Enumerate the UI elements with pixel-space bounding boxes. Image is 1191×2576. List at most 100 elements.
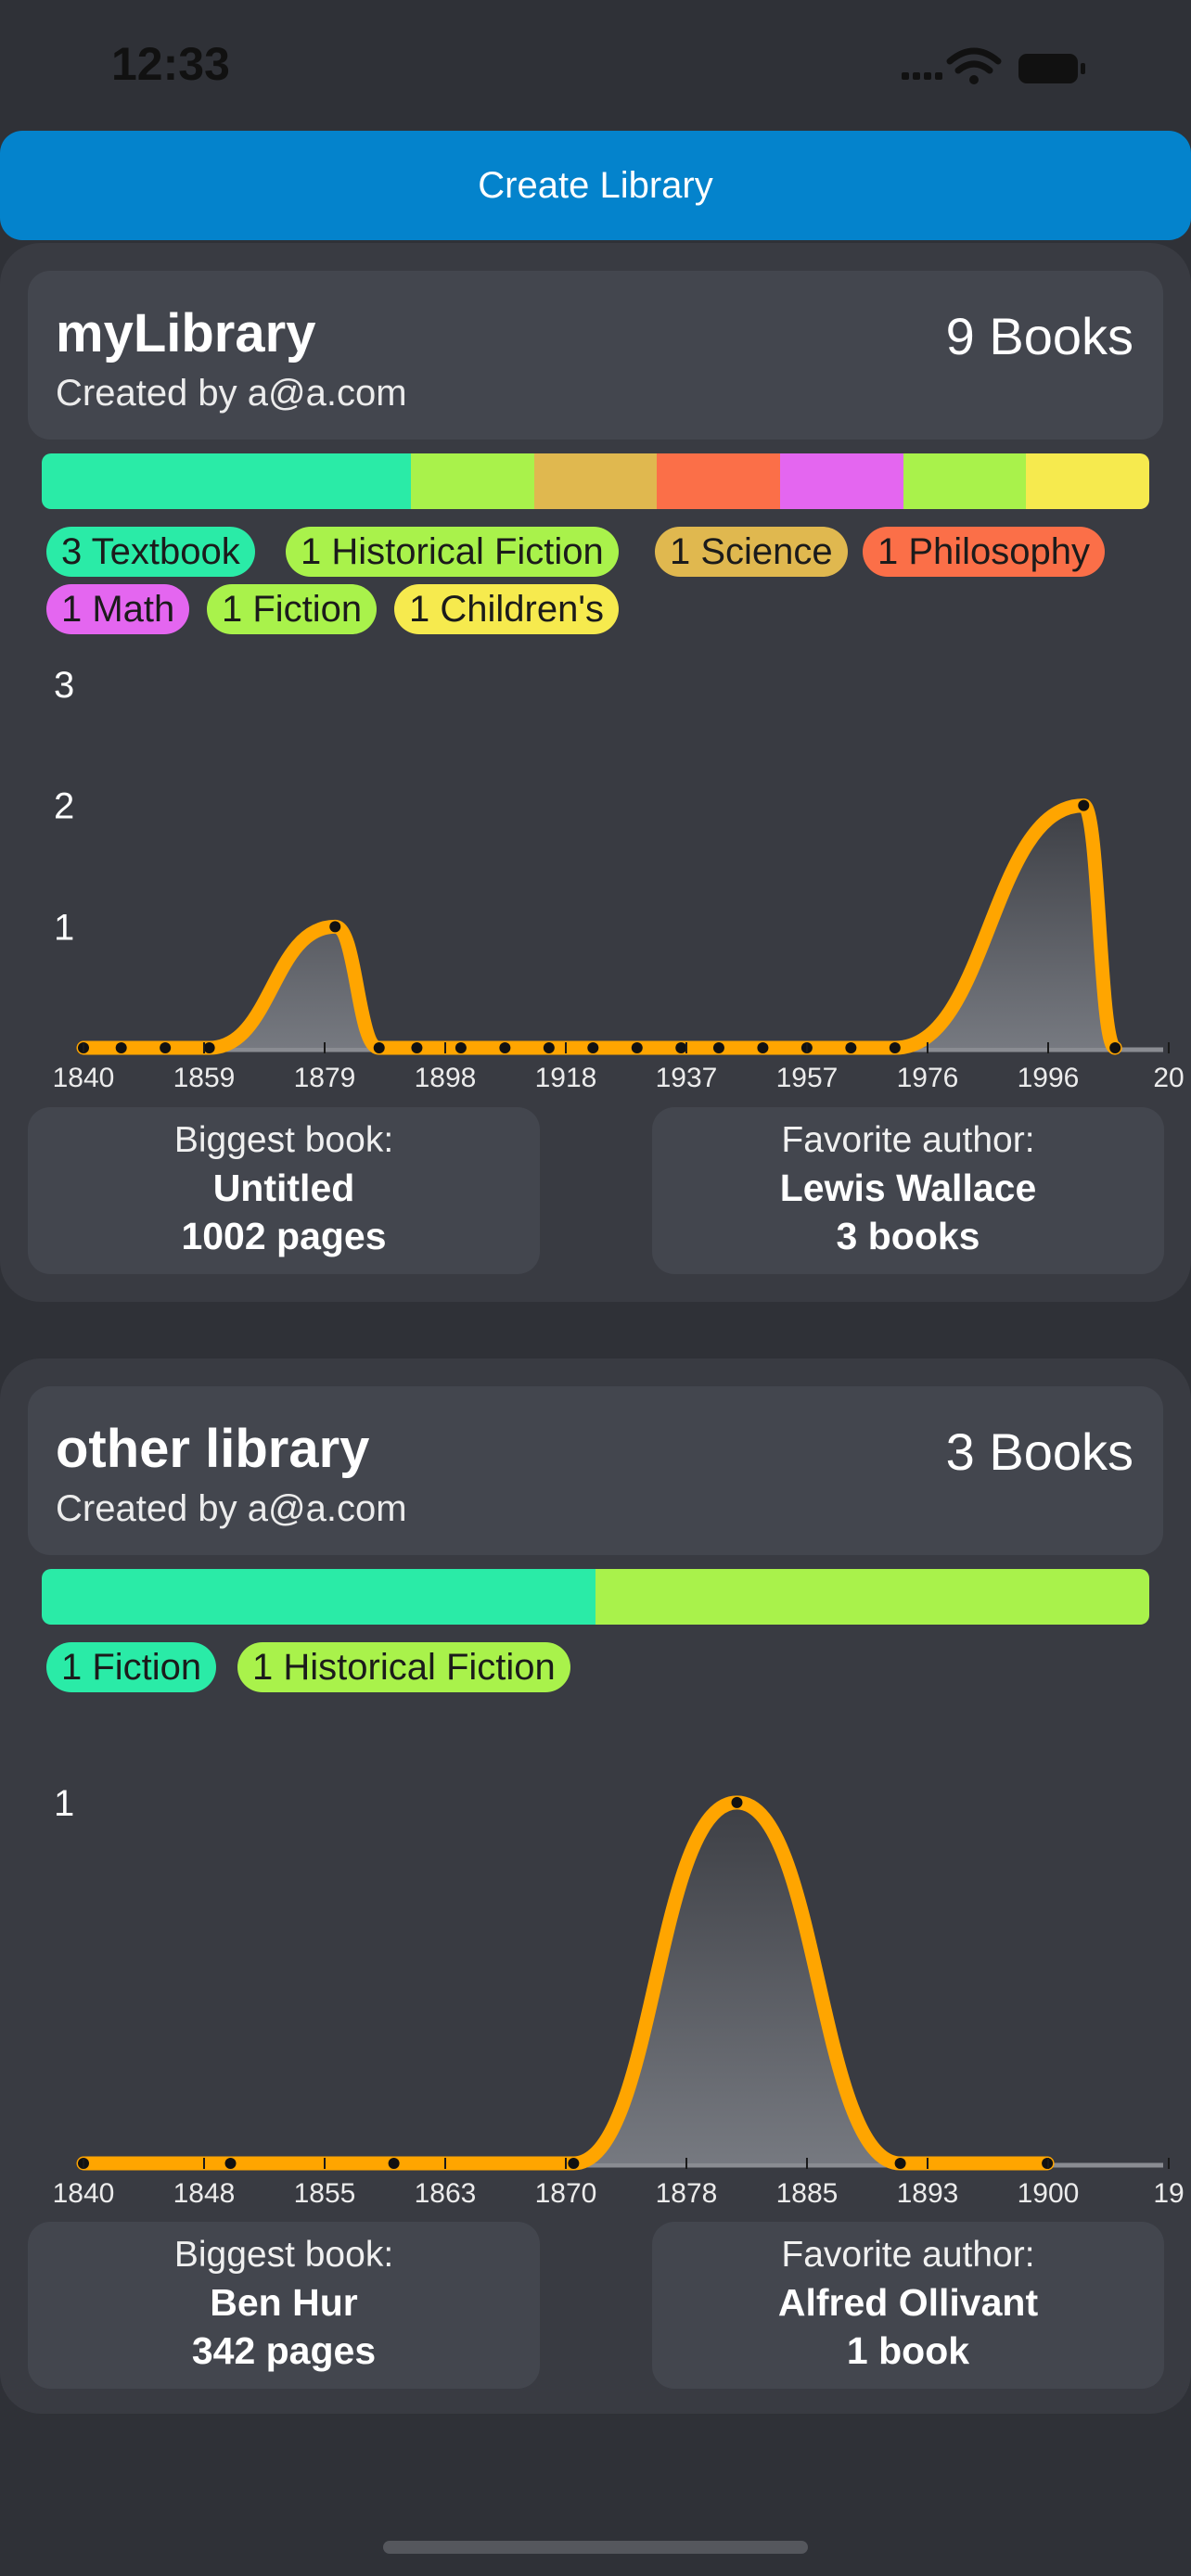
x-tick-label: 1937 [656,1063,718,1093]
favorite-author-name: Lewis Wallace [779,1167,1037,1209]
genre-distribution-bar [42,1569,1149,1625]
x-tick-label: 1879 [294,1063,356,1093]
data-point [160,1042,172,1053]
library-header: other library Created by a@a.com 3 Books [28,1386,1163,1555]
data-point [329,921,341,933]
biggest-book-label: Biggest book: [173,2235,394,2275]
chart-svg: 1 2 3 1840 1859 1879 1898 1918 1937 1957 1976 1996 2… [53,665,1185,1093]
data-point [712,1042,724,1053]
x-tick-label: 1996 [1018,1063,1080,1093]
x-tick-label: 1870 [535,2178,597,2209]
data-point [731,1796,743,1808]
genre-chip: 1 Math [46,584,190,634]
favorite-author-card: Favorite author: Alfred Ollivant 1 book [652,2222,1164,2389]
data-point [675,1042,687,1053]
library-title: myLibrary [56,303,316,363]
biggest-book-card: Biggest book: Untitled 1002 pages [28,1107,540,1274]
x-tick-label: 1957 [776,1063,839,1093]
favorite-author-label: Favorite author: [781,1120,1035,1160]
chart-svg: 1 1840 1848 1855 1863 1870 1878 1885 1893 1900 19 [53,1783,1185,2209]
x-tick-label: 19 [1153,2178,1184,2209]
x-tick-label: 1898 [415,1063,477,1093]
wifi-icon [946,47,1002,84]
library-book-count: 3 Books [945,1422,1133,1481]
biggest-book-label: Biggest book: [173,1120,394,1160]
y-tick-label: 2 [54,786,74,827]
area-fill [83,1802,1048,2163]
x-tick-label: 1840 [53,2178,115,2209]
status-bar: 12:33 [0,0,1191,130]
status-time: 12:33 [111,38,230,90]
area-fill [83,805,1116,1048]
y-tick-label: 1 [54,1783,74,1824]
genre-bar-segment [596,1569,1149,1625]
genre-chip: 1 Philosophy [863,527,1106,577]
genre-chip: 1 Historical Fiction [286,527,619,577]
genre-bar-segment [903,453,1027,509]
data-point [889,1042,901,1053]
genre-bar-segment [411,453,534,509]
library-book-count: 9 Books [945,307,1133,365]
genre-chip: 3 Textbook [46,527,255,577]
library-title: other library [56,1419,370,1479]
data-point [568,2158,580,2169]
x-tick-label: 1859 [173,1063,236,1093]
biggest-book-pages: 342 pages [191,2329,377,2372]
library-header: myLibrary Created by a@a.com 9 Books [28,271,1163,440]
status-icons [902,47,1085,84]
library-owner: Created by a@a.com [56,373,407,414]
favorite-author-books: 1 book [846,2329,970,2372]
data-point [499,1042,511,1053]
publication-year-chart: 1 1840 1848 1855 1863 1870 1878 1885 1893 1900 19 [37,1757,1185,2209]
data-point [1078,799,1090,811]
biggest-book-pages: 1002 pages [181,1215,387,1257]
favorite-author-name: Alfred Ollivant [777,2281,1039,2324]
signal-icon [902,72,942,80]
favorite-author-books: 3 books [836,1215,980,1257]
publication-year-chart: 1 2 3 1840 1859 1879 1898 1918 1937 1957 1976 1996 2… [37,656,1185,1093]
genre-bar-segment [1026,453,1149,509]
x-tick-label: 1885 [776,2178,839,2209]
data-point [757,1042,769,1053]
favorite-author-card: Favorite author: Lewis Wallace 3 books [652,1107,1164,1274]
data-point [631,1042,643,1053]
library-owner: Created by a@a.com [56,1488,407,1529]
x-tick-label: 1848 [173,2178,236,2209]
data-point [587,1042,599,1053]
data-point [845,1042,857,1053]
create-library-button[interactable]: Create Library [0,131,1191,240]
x-tick-label: 1893 [897,2178,959,2209]
genre-distribution-bar [42,453,1149,509]
library-card[interactable]: other library Created by a@a.com 3 Books… [0,1358,1191,2414]
x-tick-label: 1863 [415,2178,477,2209]
x-tick-label: 20 [1153,1063,1184,1093]
biggest-book-card: Biggest book: Ben Hur 342 pages [28,2222,540,2389]
data-point [373,1042,385,1053]
home-indicator[interactable] [383,2541,808,2554]
data-point [894,2158,906,2169]
genre-bar-segment [779,453,903,509]
library-card[interactable]: myLibrary Created by a@a.com 9 Books 3 T… [0,243,1191,1302]
genre-chip: 1 Fiction [46,1642,217,1692]
x-tick-label: 1878 [656,2178,718,2209]
favorite-author-label: Favorite author: [781,2235,1035,2275]
genre-chip: 1 Children's [394,584,619,634]
biggest-book-title: Untitled [212,1167,355,1209]
x-tick-label: 1840 [53,1063,115,1093]
data-point [411,1042,423,1053]
data-point [115,1042,127,1053]
data-point [455,1042,467,1053]
data-point [543,1042,555,1053]
x-tick-label: 1855 [294,2178,356,2209]
x-tick-label: 1900 [1018,2178,1080,2209]
genre-bar-segment [657,453,780,509]
x-tick-label: 1976 [897,1063,959,1093]
genre-bar-segment [42,453,411,509]
genre-chip: 1 Historical Fiction [237,1642,570,1692]
y-tick-label: 1 [54,907,74,948]
genre-bar-segment [533,453,658,509]
biggest-book-title: Ben Hur [210,2281,358,2324]
data-point [388,2158,400,2169]
data-point [203,1042,215,1053]
genre-chip: 1 Fiction [207,584,378,634]
